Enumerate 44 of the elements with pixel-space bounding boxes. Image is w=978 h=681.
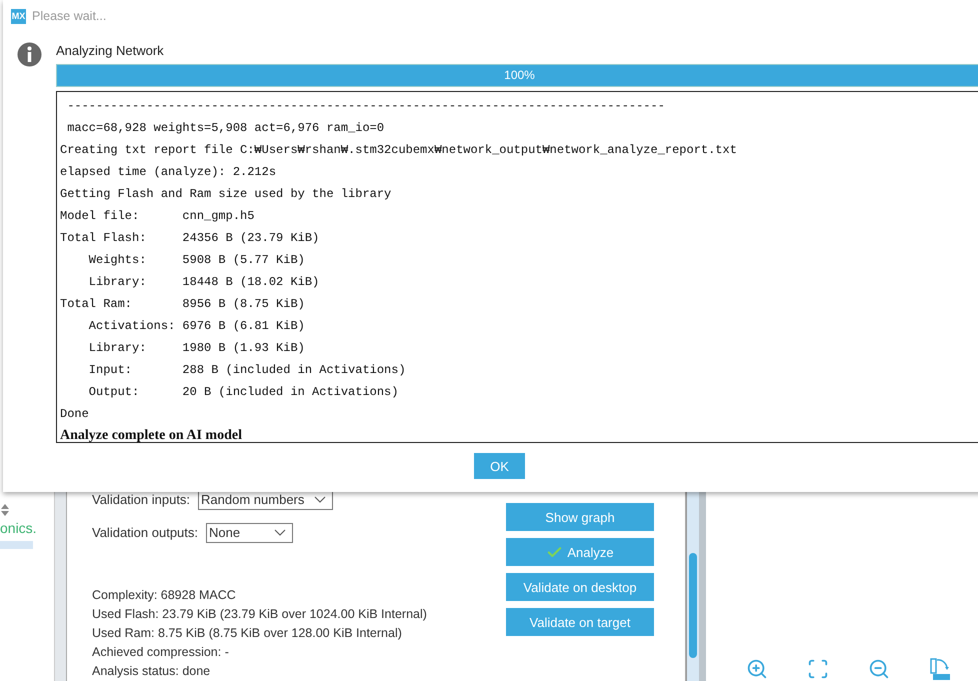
action-button[interactable]: Show graph (506, 503, 654, 531)
chevron-icon (274, 528, 286, 536)
info-icon (17, 42, 42, 67)
log-line: Output: 20 B (included in Activations) (88, 384, 400, 401)
field-label: Validation inputs: (92, 492, 190, 507)
log-line: Input: 288 B (included in Activations) (88, 362, 407, 379)
zoom-out-icon[interactable] (868, 658, 890, 680)
fit-icon[interactable] (806, 658, 828, 680)
stat-text: Used Ram: 8.75 KiB (8.75 KiB over 128.00 KiB Internal) (92, 625, 403, 642)
progress-label: 100% (503, 68, 536, 82)
log-line: Total Flash: 24356 B (23.79 KiB) (60, 230, 320, 247)
log-line: Model file: cnn_gmp.h5 (60, 208, 256, 225)
window-title: Please wait... (32, 9, 106, 23)
log-line: macc=68,928 weights=5,908 act=6,976 ram_io=0 (66, 120, 386, 137)
field-label: Validation outputs: (92, 525, 198, 540)
log-line: Done (60, 406, 90, 423)
app-logo: MX (11, 8, 26, 24)
log-line: Getting Flash and Ram size used by the library (60, 186, 392, 203)
log-line: ----------------------------------------------------------------------------------- (66, 98, 666, 115)
action-button[interactable]: Validate on desktop (506, 573, 654, 601)
stat-text: Analysis status: done (92, 663, 212, 680)
action-button[interactable]: Validate on target (506, 608, 654, 636)
log-line: Analyze complete on AI model (60, 427, 243, 445)
stat-text: Achieved compression: - (92, 644, 230, 661)
ok-button[interactable]: OK (474, 453, 525, 479)
selection-bar (0, 541, 33, 549)
sidebar-item[interactable]: onics. (0, 520, 54, 536)
log-line: Weights: 5908 B (5.77 KiB) (88, 252, 306, 269)
sort-icon[interactable] (1, 504, 9, 516)
rotate-icon[interactable] (928, 658, 950, 680)
log-line: elapsed time (analyze): 2.212s (60, 164, 278, 181)
log-line: Library: 18448 B (18.02 KiB) (88, 274, 320, 291)
dialog-heading: Analyzing Network (56, 43, 165, 60)
outputs-dropdown[interactable]: None (206, 522, 294, 542)
log-line: Total Ram: 8956 B (8.75 KiB) (60, 296, 306, 313)
stat-text: Complexity: 68928 MACC (92, 587, 237, 604)
chevron-icon (314, 496, 326, 504)
action-button[interactable]: Analyze (506, 538, 654, 566)
scroll-thumb[interactable] (689, 553, 697, 658)
log-line: Activations: 6976 B (6.81 KiB) (88, 318, 306, 335)
zoom-in-icon[interactable] (746, 658, 768, 680)
log-line: Library: 1980 B (1.93 KiB) (88, 340, 306, 357)
log-line: Creating txt report file C:₩Users₩rshan₩.stm32cubemx₩network_output₩network_analyze_report.txt (60, 142, 738, 159)
stat-text: Used Flash: 23.79 KiB (23.79 KiB over 1024.00 KiB Internal) (92, 606, 427, 623)
